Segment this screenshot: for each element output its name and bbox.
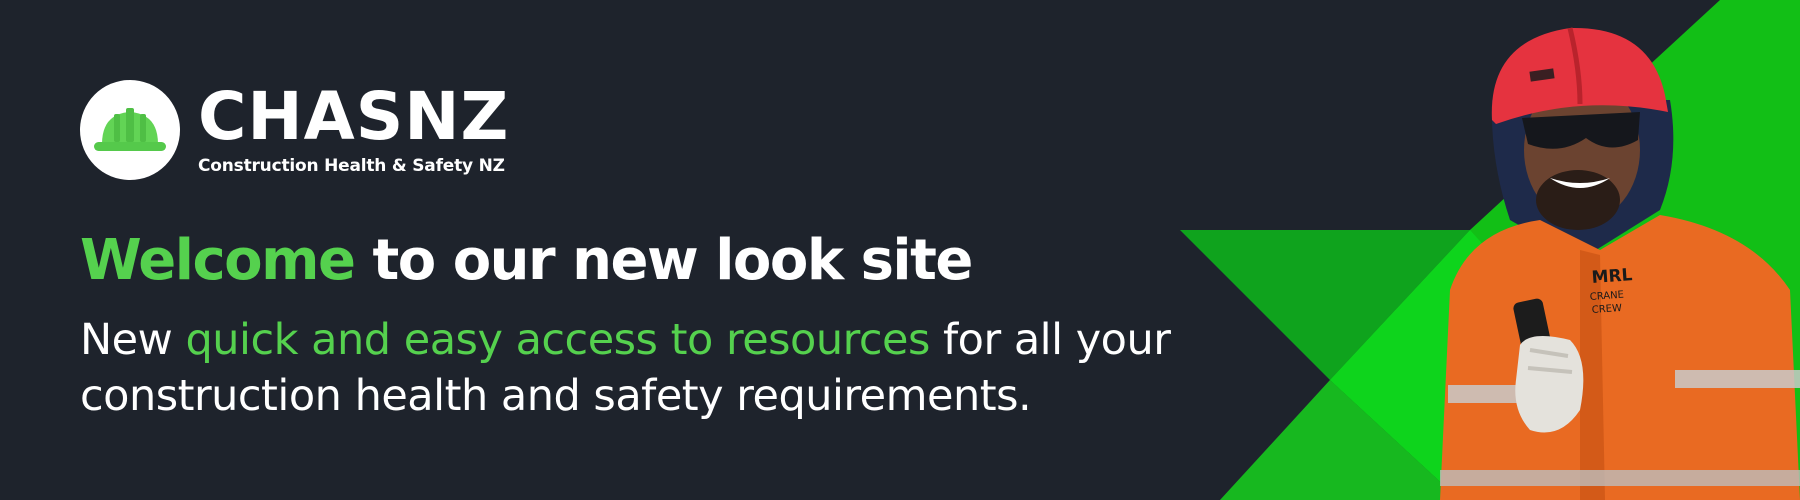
brand-tagline: Construction Health & Safety NZ (198, 156, 505, 176)
hard-hat-icon (94, 108, 166, 151)
chasnz-logo[interactable]: CHASNZ Construction Health & Safety NZ (80, 80, 509, 180)
svg-text:MRL: MRL (1591, 265, 1633, 288)
headline-highlight: Welcome (80, 228, 356, 293)
subline-start: New (80, 315, 173, 365)
construction-worker-photo: MRL CRANE CREW (1440, 27, 1800, 500)
brand-name: CHASNZ (198, 78, 510, 155)
logo-circle (80, 80, 180, 180)
subline: New quick and easy access to resources f… (80, 312, 1280, 424)
headline-rest: to our new look site (372, 228, 973, 293)
headline: Welcome to our new look site (80, 228, 973, 293)
subline-highlight: quick and easy access to resources (185, 315, 930, 365)
welcome-banner: CHASNZ Construction Health & Safety NZ W… (0, 0, 1800, 500)
svg-text:CREW: CREW (1591, 303, 1622, 316)
